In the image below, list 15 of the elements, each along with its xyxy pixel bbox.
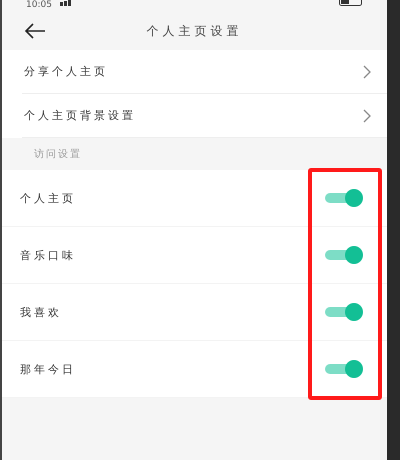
- status-time: 10:05: [26, 0, 52, 11]
- section-title: 访问设置: [34, 148, 82, 161]
- chevron-right-icon: [363, 108, 371, 122]
- toggle-label: 个人主页: [20, 190, 76, 206]
- toggle-switch[interactable]: [325, 246, 363, 264]
- toggle-label: 那年今日: [20, 362, 76, 376]
- toggle-switch[interactable]: [325, 360, 363, 378]
- toggle-switch[interactable]: [325, 189, 363, 207]
- chevron-right-icon: [363, 64, 371, 78]
- back-icon[interactable]: [24, 23, 46, 39]
- page-title: 个人主页设置: [146, 22, 242, 40]
- toggle-label: 我喜欢: [20, 304, 62, 320]
- toggle-switch[interactable]: [325, 303, 363, 321]
- battery-icon: [339, 0, 365, 6]
- toggle-label: 音乐口味: [20, 248, 76, 262]
